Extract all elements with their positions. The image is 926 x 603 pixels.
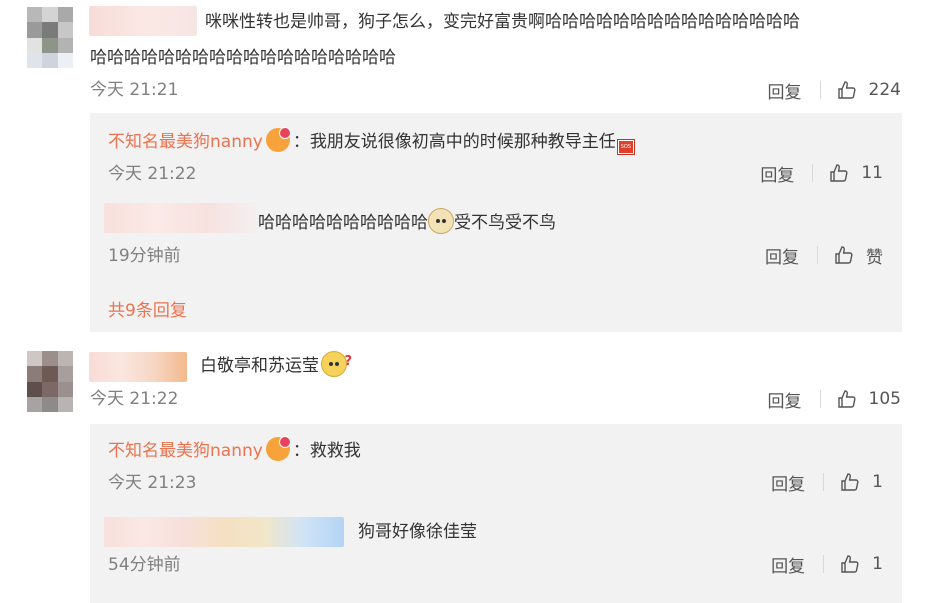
- action-divider: [819, 81, 821, 99]
- reply-item: 不知名最美狗nanny ：我朋友说很像初高中的时候那种教导主任 SOS: [108, 127, 635, 155]
- comment-timestamp: 今天 21:22: [90, 389, 179, 409]
- reply-text: 狗哥好像徐佳莹: [358, 522, 477, 542]
- thumbs-up-icon[interactable]: [837, 389, 857, 409]
- reply-text-tail: 受不鸟受不鸟: [454, 213, 556, 233]
- reply-colon: ：: [292, 441, 310, 461]
- sos-emoji-icon: SOS: [616, 139, 635, 155]
- action-divider: [817, 246, 818, 264]
- thumbs-up-icon[interactable]: [834, 245, 854, 265]
- like-count: 1: [872, 554, 883, 574]
- comment-actions: 回复 224: [768, 78, 901, 103]
- thumbs-up-icon[interactable]: [829, 163, 849, 183]
- reply-actions: 回复 赞: [765, 243, 883, 268]
- reply-timestamp: 54分钟前: [108, 555, 181, 575]
- thumbs-up-icon[interactable]: [840, 554, 860, 574]
- username-blurred[interactable]: [89, 6, 197, 36]
- reply-text: 哈哈哈哈哈哈哈哈哈哈: [258, 213, 428, 233]
- reply-actions: 回复 1: [771, 552, 883, 577]
- reply-item: 狗哥好像徐佳莹: [358, 520, 477, 544]
- user-avatar[interactable]: [27, 7, 73, 68]
- reply-author-link[interactable]: 不知名最美狗nanny: [108, 441, 263, 461]
- comment-text: 咪咪性转也是帅哥，狗子怎么，变完好富贵啊哈哈哈哈哈哈哈哈哈哈哈哈哈哈哈: [205, 7, 800, 38]
- reply-button[interactable]: 回复: [768, 387, 802, 412]
- reply-author-link[interactable]: 不知名最美狗nanny: [108, 132, 263, 152]
- reply-text: 救救我: [309, 441, 361, 461]
- like-count: 105: [868, 389, 901, 409]
- reply-timestamp: 今天 21:23: [108, 473, 197, 493]
- reply-timestamp: 19分钟前: [108, 246, 181, 266]
- action-divider: [812, 164, 814, 182]
- action-divider: [823, 555, 825, 573]
- thumbs-up-icon[interactable]: [840, 472, 860, 492]
- doge-emoji-icon: [428, 208, 454, 234]
- reply-actions: 回复 1: [771, 470, 883, 495]
- action-divider: [819, 390, 821, 408]
- action-divider: [823, 473, 825, 491]
- verified-fan-badge-icon: [265, 127, 291, 152]
- like-count: 11: [861, 163, 883, 183]
- reply-username-blurred[interactable]: [104, 517, 344, 547]
- comment-actions: 回复 105: [768, 387, 901, 412]
- reply-button[interactable]: 回复: [771, 470, 805, 495]
- comment-text-continued: 哈哈哈哈哈哈哈哈哈哈哈哈哈哈哈哈哈哈: [90, 43, 396, 74]
- comment-timestamp: 今天 21:21: [90, 80, 179, 100]
- thumbs-up-icon[interactable]: [837, 80, 857, 100]
- comment-text-line2: 哈哈哈哈哈哈哈哈哈哈哈哈哈哈哈哈哈哈: [90, 48, 396, 68]
- reply-username-blurred[interactable]: [104, 203, 258, 233]
- thinking-emoji-icon: ?: [321, 351, 352, 377]
- view-all-replies-link[interactable]: 共9条回复: [108, 296, 187, 321]
- reply-button[interactable]: 回复: [768, 78, 802, 103]
- reply-button[interactable]: 回复: [771, 552, 805, 577]
- like-count: 224: [868, 80, 901, 100]
- like-count: 1: [872, 472, 883, 492]
- comment-text: 白敬亭和苏运莹?: [200, 351, 352, 382]
- username-blurred[interactable]: [89, 352, 187, 382]
- like-label: 赞: [866, 247, 883, 268]
- user-avatar[interactable]: [27, 351, 73, 412]
- reply-button[interactable]: 回复: [765, 243, 799, 268]
- reply-item: 不知名最美狗nanny ：救救我: [108, 436, 361, 463]
- reply-text: 我朋友说很像初高中的时候那种教导主任: [309, 132, 616, 152]
- reply-button[interactable]: 回复: [760, 161, 794, 186]
- comment-text-line1: 白敬亭和苏运莹: [200, 356, 319, 376]
- reply-actions: 回复 11: [760, 161, 883, 186]
- verified-fan-badge-icon: [265, 436, 291, 461]
- reply-timestamp: 今天 21:22: [108, 164, 197, 184]
- reply-colon: ：: [292, 132, 310, 152]
- comment-text-line1: 咪咪性转也是帅哥，狗子怎么，变完好富贵啊哈哈哈哈哈哈哈哈哈哈哈哈哈哈哈: [205, 12, 800, 32]
- reply-item: 哈哈哈哈哈哈哈哈哈哈 受不鸟受不鸟: [258, 208, 556, 235]
